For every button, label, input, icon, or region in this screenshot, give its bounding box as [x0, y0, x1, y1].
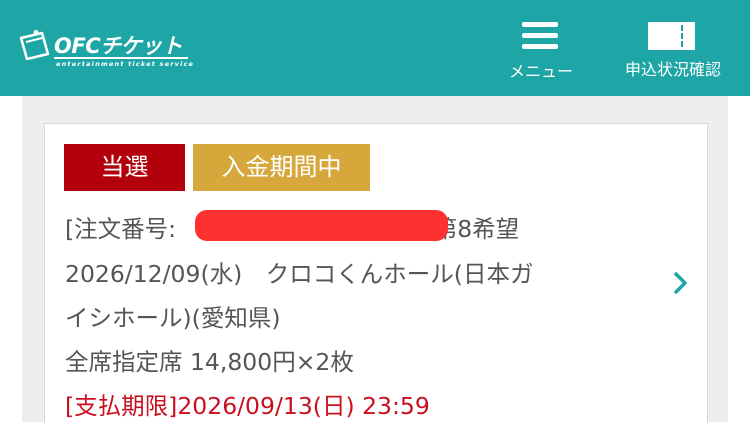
application-status-button[interactable]: 申込状況確認 [608, 20, 738, 82]
payment-deadline: [支払期限]2026/09/13(日) 23:59 [65, 392, 430, 420]
ticket-logo-icon [19, 30, 50, 60]
hamburger-icon [522, 22, 558, 50]
app-header: OFCチケット entertainment ticket service メニュ… [0, 0, 750, 96]
menu-label: メニュー [508, 62, 573, 81]
order-number-prefix: [注文番号: [65, 215, 177, 243]
menu-button[interactable]: メニュー [506, 20, 576, 82]
payment-period-badge: 入金期間中 [193, 144, 370, 191]
logo-tagline: entertainment ticket service [56, 60, 195, 68]
redacted-order-number [195, 210, 448, 241]
lottery-won-badge: 当選 [64, 144, 185, 191]
event-venue-continued: イシホール)(愛知県) [65, 304, 281, 332]
application-status-label: 申込状況確認 [624, 60, 721, 79]
order-card[interactable]: 当選 入金期間中 [注文番号:] 第8希望 2026/12/09(水) クロコく… [44, 123, 708, 423]
seat-price-info: 全席指定席 14,800円×2枚 [65, 348, 354, 376]
ofc-ticket-logo[interactable]: OFCチケット entertainment ticket service [18, 28, 193, 72]
event-date-venue: 2026/12/09(水) クロコくんホール(日本ガ [65, 260, 534, 288]
chevron-right-icon[interactable] [669, 271, 693, 295]
logo-text: OFCチケット [54, 34, 183, 58]
ticket-icon [648, 22, 695, 50]
logo-underline [54, 57, 188, 59]
